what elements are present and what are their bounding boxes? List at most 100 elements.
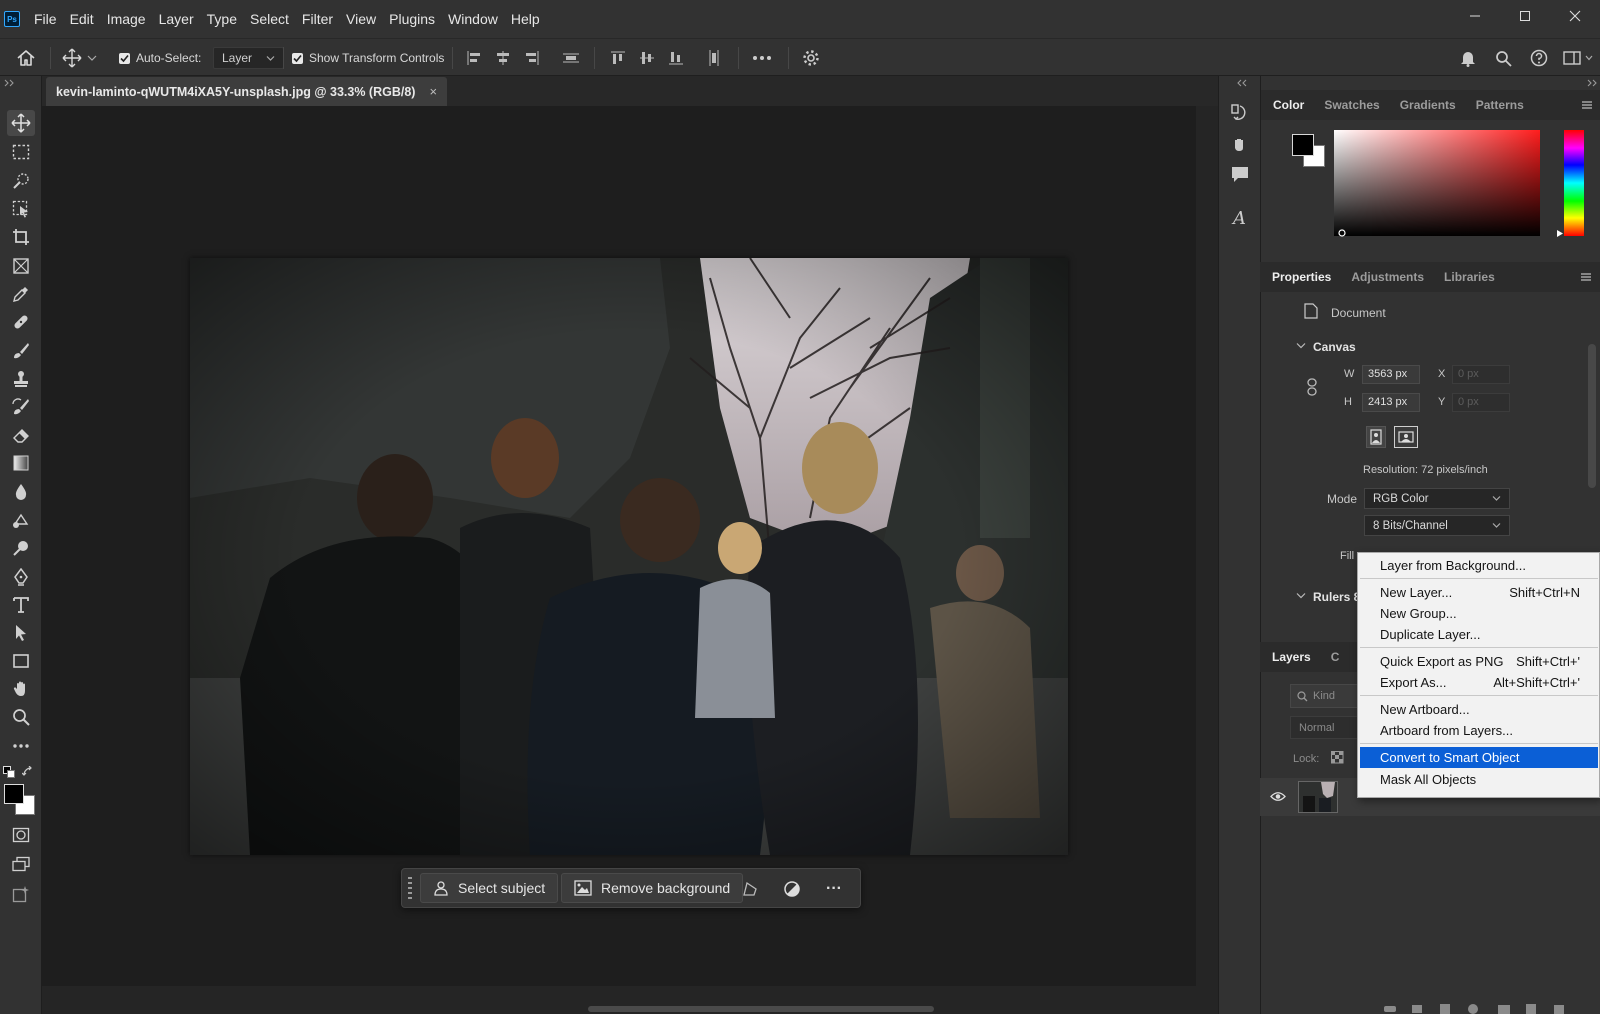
quick-mask-button[interactable] — [7, 822, 35, 848]
edit-toolbar-button[interactable] — [7, 733, 35, 759]
maximize-button[interactable] — [1500, 0, 1550, 32]
marquee-tool[interactable] — [7, 139, 35, 165]
actions-panel-button[interactable] — [1229, 134, 1251, 156]
gradient-tool[interactable] — [7, 450, 35, 476]
canvas-width-input[interactable]: 3563 px — [1362, 365, 1420, 384]
expand-double-chevron-icon[interactable] — [4, 79, 16, 87]
portrait-orientation-button[interactable] — [1366, 426, 1386, 448]
color-picker-handle-icon[interactable] — [1338, 229, 1346, 237]
auto-select-checkbox[interactable]: Auto-Select: — [119, 39, 201, 77]
eyedropper-tool[interactable] — [7, 281, 35, 307]
hand-tool[interactable] — [7, 676, 35, 702]
menu-type[interactable]: Type — [207, 11, 237, 27]
canvas-section-heading[interactable]: Canvas — [1313, 340, 1356, 354]
bit-depth-dropdown[interactable]: 8 Bits/Channel — [1364, 515, 1510, 536]
foreground-color-swatch-top[interactable] — [4, 784, 24, 804]
menu-window[interactable]: Window — [448, 11, 498, 27]
history-brush-tool[interactable] — [7, 394, 35, 420]
menu-view[interactable]: View — [346, 11, 376, 27]
swap-colors-icon[interactable] — [22, 766, 34, 778]
document-image[interactable] — [190, 258, 1068, 855]
horizontal-scrollbar-thumb[interactable] — [588, 1006, 934, 1012]
landscape-orientation-button[interactable] — [1394, 426, 1418, 448]
menu-item-artboard-from-layers[interactable]: Artboard from Layers... — [1360, 720, 1598, 741]
generative-ai-button[interactable] — [7, 881, 35, 907]
hue-slider-handle-icon[interactable] — [1556, 229, 1564, 238]
rulers-section-heading[interactable]: Rulers 8 — [1313, 590, 1360, 604]
path-selection-tool[interactable] — [7, 620, 35, 646]
align-bottom-button[interactable] — [668, 39, 684, 77]
tab-adjustments[interactable]: Adjustments — [1351, 270, 1424, 284]
notifications-button[interactable] — [1460, 39, 1476, 77]
chevron-down-icon[interactable] — [1296, 592, 1306, 600]
color-spectrum-field[interactable] — [1334, 130, 1540, 236]
settings-button[interactable] — [802, 39, 820, 77]
color-mode-dropdown[interactable]: RGB Color — [1364, 488, 1510, 509]
panel-menu-icon[interactable] — [1580, 272, 1592, 282]
tab-libraries[interactable]: Libraries — [1444, 270, 1495, 284]
tab-patterns[interactable]: Patterns — [1476, 98, 1524, 112]
tab-color[interactable]: Color — [1273, 98, 1304, 112]
remove-background-button[interactable]: Remove background — [561, 873, 744, 903]
menu-filter[interactable]: Filter — [302, 11, 333, 27]
blur-tool[interactable] — [7, 479, 35, 505]
layer-filter-kind[interactable]: Kind — [1290, 684, 1360, 708]
dodge-tool[interactable] — [7, 507, 35, 533]
align-right-button[interactable] — [524, 39, 540, 77]
type-tool[interactable] — [7, 592, 35, 618]
blend-mode-dropdown[interactable]: Normal — [1290, 716, 1360, 739]
taskbar-more-button[interactable]: ··· — [823, 878, 845, 900]
tab-gradients[interactable]: Gradients — [1400, 98, 1456, 112]
tab-channels[interactable]: C — [1331, 650, 1340, 664]
document-tab[interactable]: kevin-laminto-qWUTM4iXA5Y-unsplash.jpg @… — [46, 77, 448, 106]
canvas-height-input[interactable]: 2413 px — [1362, 393, 1420, 412]
distribute-horizontal-button[interactable] — [706, 39, 722, 77]
lock-transparent-pixels-icon[interactable] — [1331, 751, 1344, 764]
drag-handle-icon[interactable] — [407, 876, 413, 902]
help-button[interactable] — [1530, 39, 1548, 77]
burn-tool[interactable] — [7, 535, 35, 561]
align-left-button[interactable] — [466, 39, 482, 77]
distribute-vertical-button[interactable] — [562, 39, 580, 77]
eye-icon[interactable] — [1270, 791, 1286, 802]
move-tool-preset-button[interactable] — [62, 39, 97, 77]
transform-button[interactable] — [739, 878, 761, 900]
close-window-button[interactable] — [1550, 0, 1600, 32]
workspace-switcher-button[interactable] — [1563, 39, 1593, 77]
menu-image[interactable]: Image — [107, 11, 146, 27]
frame-tool[interactable] — [7, 253, 35, 279]
menu-layer[interactable]: Layer — [159, 11, 194, 27]
align-top-button[interactable] — [610, 39, 626, 77]
zoom-tool[interactable] — [7, 704, 35, 730]
pen-tool[interactable] — [7, 564, 35, 590]
properties-scrollbar-thumb[interactable] — [1588, 344, 1596, 488]
link-icon[interactable] — [1306, 378, 1318, 396]
align-center-button[interactable] — [495, 39, 511, 77]
hue-slider[interactable] — [1564, 130, 1584, 236]
adjustment-button[interactable] — [781, 878, 803, 900]
quick-selection-tool[interactable] — [7, 168, 35, 194]
rectangle-tool[interactable] — [7, 648, 35, 674]
history-panel-button[interactable] — [1229, 102, 1251, 124]
menu-edit[interactable]: Edit — [70, 11, 94, 27]
healing-brush-tool[interactable] — [7, 309, 35, 335]
eraser-tool[interactable] — [7, 422, 35, 448]
menu-item-new-artboard[interactable]: New Artboard... — [1360, 699, 1598, 720]
clone-stamp-tool[interactable] — [7, 366, 35, 392]
select-subject-button[interactable]: Select subject — [420, 873, 559, 903]
color-panel-foreground-swatch[interactable] — [1292, 134, 1314, 156]
move-tool[interactable] — [7, 110, 35, 136]
comments-panel-button[interactable] — [1229, 164, 1251, 186]
menu-item-export-as[interactable]: Export As... Alt+Shift+Ctrl+' — [1360, 672, 1598, 693]
object-selection-tool[interactable] — [7, 196, 35, 222]
align-middle-button[interactable] — [639, 39, 655, 77]
collapse-double-chevron-icon[interactable] — [1587, 79, 1599, 87]
collapse-double-chevron-icon[interactable] — [1236, 79, 1248, 87]
menu-item-mask-all-objects[interactable]: Mask All Objects — [1360, 769, 1598, 790]
menu-item-new-group[interactable]: New Group... — [1360, 603, 1598, 624]
tab-properties[interactable]: Properties — [1272, 270, 1331, 284]
default-colors-icon[interactable] — [3, 766, 15, 778]
menu-item-quick-export-png[interactable]: Quick Export as PNG Shift+Ctrl+' — [1360, 651, 1598, 672]
brush-tool[interactable] — [7, 338, 35, 364]
tab-layers[interactable]: Layers — [1272, 650, 1311, 664]
